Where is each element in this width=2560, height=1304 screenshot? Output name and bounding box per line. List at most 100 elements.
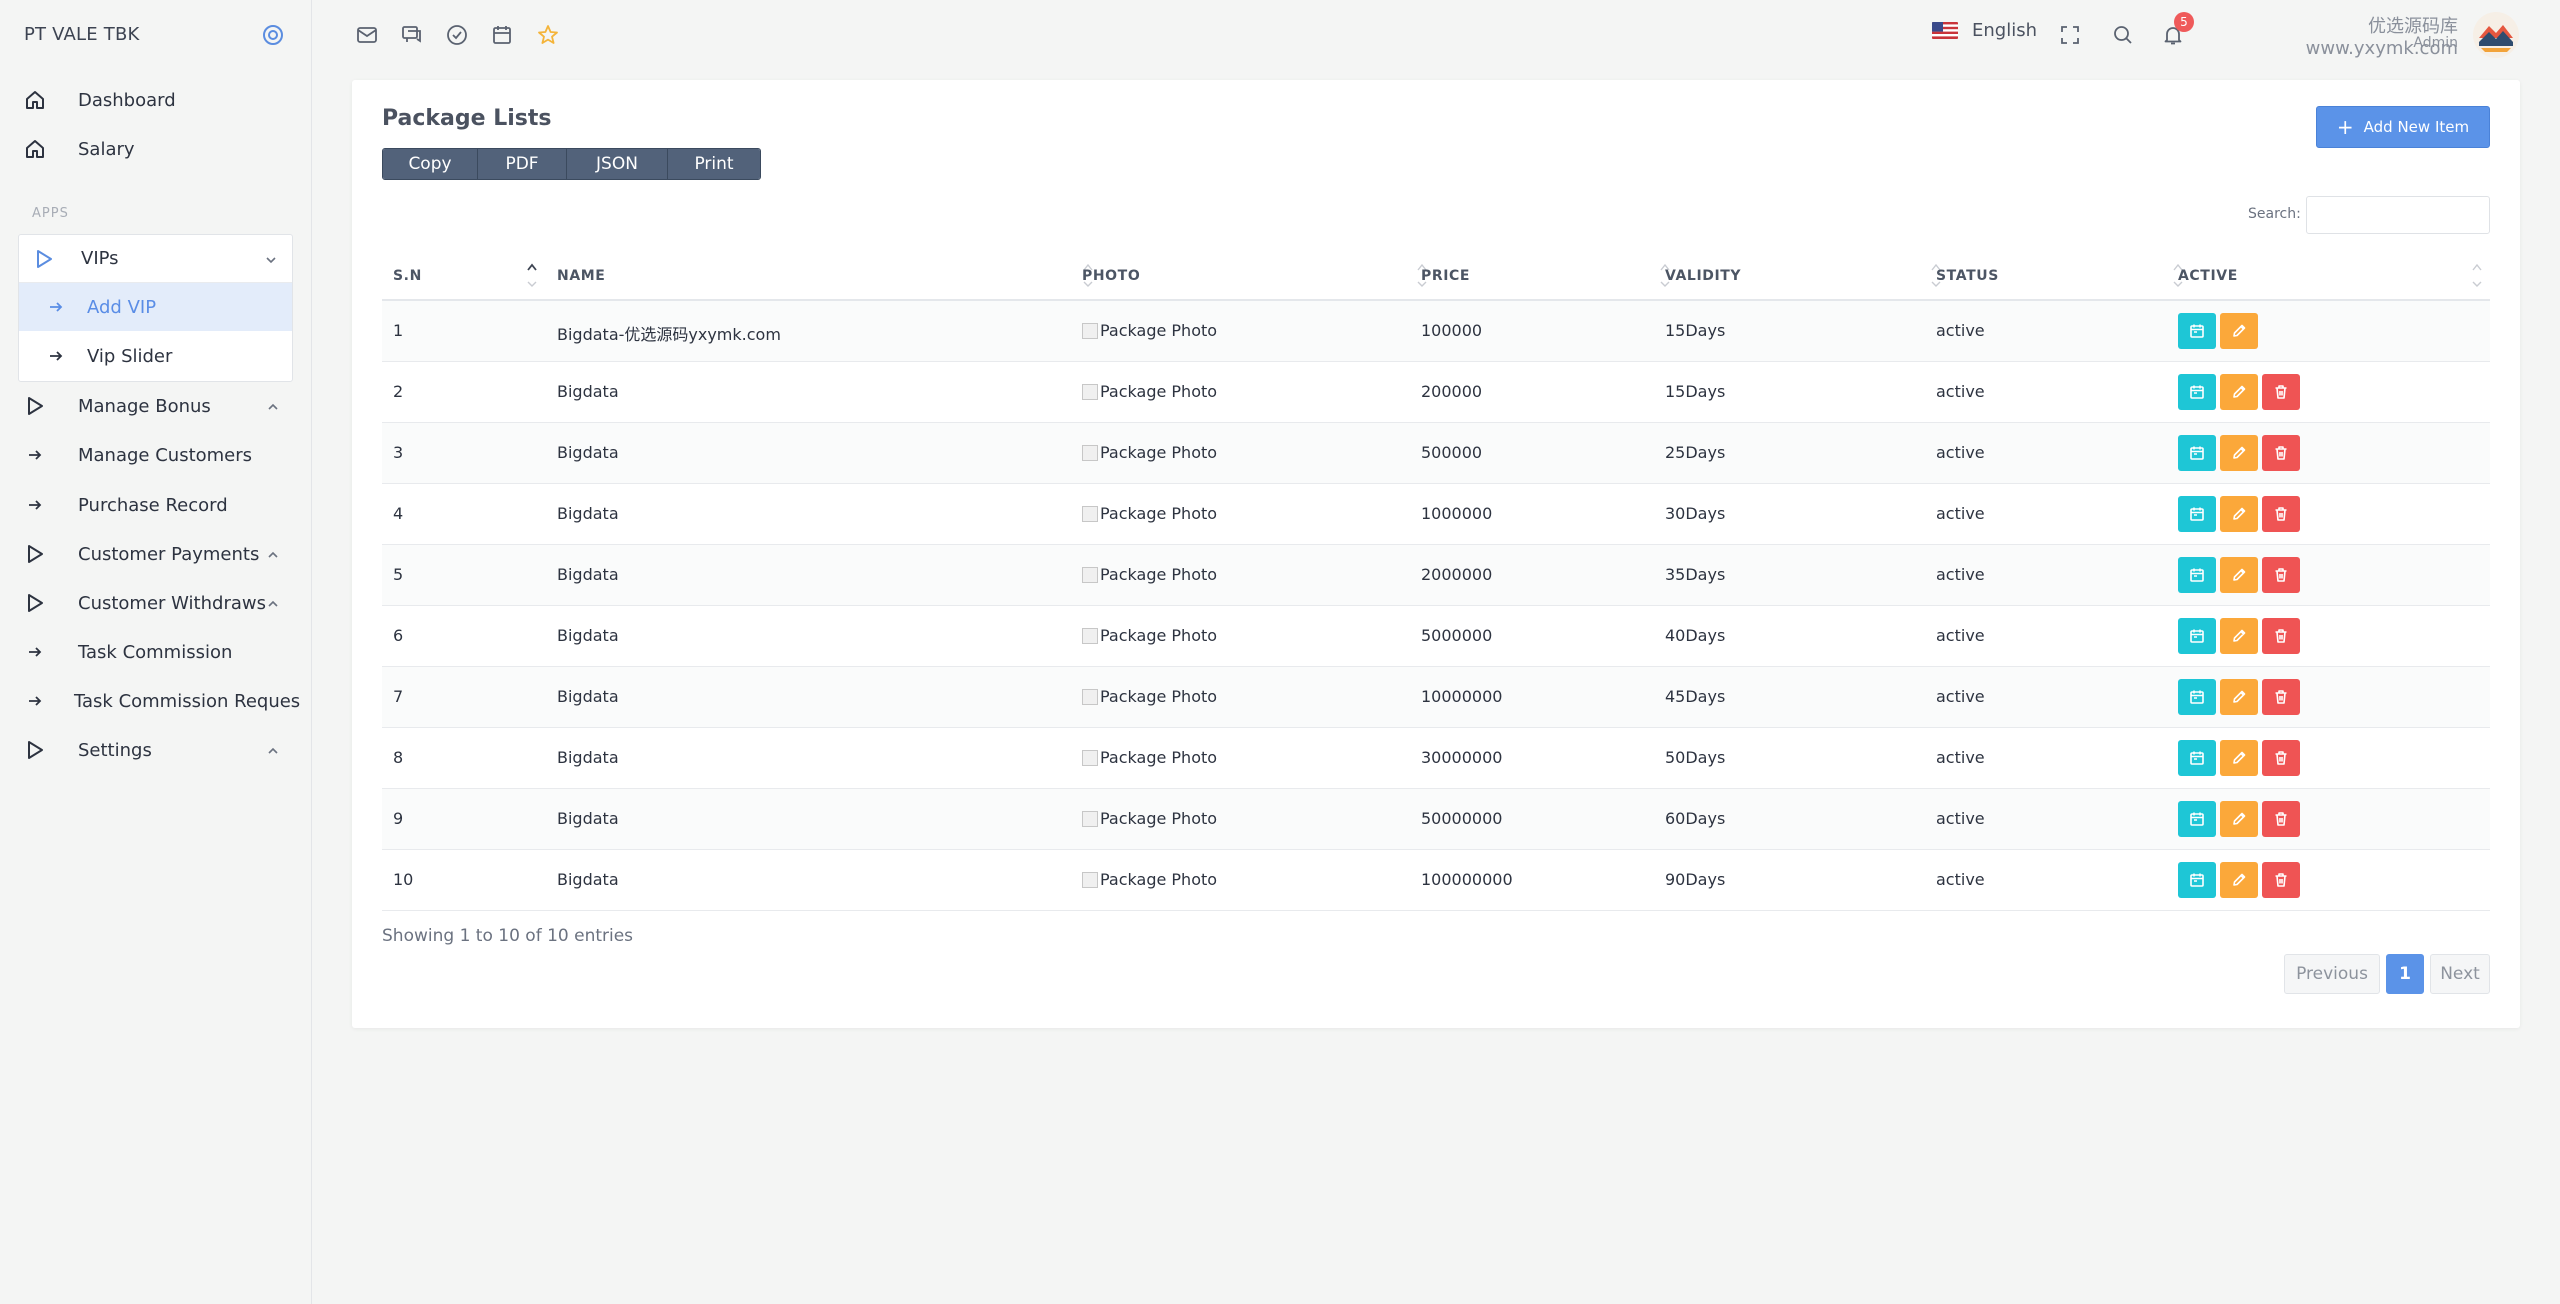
sidebar-toggle-icon[interactable] [262, 24, 284, 46]
edit-button[interactable] [2220, 557, 2258, 593]
column-header-active[interactable]: ACTIVE [2178, 268, 2238, 284]
photo-alt-text: Package Photo [1100, 626, 1218, 645]
column-header-photo[interactable]: PHOTO [1082, 268, 1140, 284]
view-button[interactable] [2178, 374, 2216, 410]
delete-button[interactable] [2262, 557, 2300, 593]
column-header-validity[interactable]: VALIDITY [1665, 268, 1741, 284]
sidebar-item-manage-customers[interactable]: Manage Customers [24, 433, 252, 477]
broken-image-icon [1082, 750, 1098, 766]
delete-button[interactable] [2262, 374, 2300, 410]
json-button[interactable]: JSON [567, 149, 668, 179]
print-button[interactable]: Print [668, 149, 760, 179]
sidebar-item-manage-bonus[interactable]: Manage Bonus [24, 384, 211, 428]
edit-button[interactable] [2220, 862, 2258, 898]
sidebar-item-vip-slider[interactable]: Vip Slider [19, 332, 292, 380]
cell-name: Bigdata [557, 748, 619, 767]
calendar-icon [2188, 505, 2206, 523]
sidebar-item-dashboard[interactable]: Dashboard [24, 78, 176, 122]
check-circle-icon[interactable] [444, 22, 470, 48]
cell-validity: 35Days [1665, 565, 1726, 584]
photo-alt-text: Package Photo [1100, 443, 1218, 462]
fullscreen-icon[interactable] [2057, 22, 2083, 48]
view-button[interactable] [2178, 679, 2216, 715]
view-button[interactable] [2178, 496, 2216, 532]
delete-button[interactable] [2262, 618, 2300, 654]
column-header-name[interactable]: NAME [557, 268, 605, 284]
edit-button[interactable] [2220, 801, 2258, 837]
sidebar-item-label: Settings [78, 739, 152, 761]
edit-button[interactable] [2220, 618, 2258, 654]
table-row: 10 Bigdata Package Photo 100000000 90Days act… [382, 850, 2490, 911]
cell-photo: Package Photo [1082, 443, 1217, 462]
cell-sn: 1 [393, 321, 404, 340]
column-header-price[interactable]: PRICE [1421, 268, 1470, 284]
page-1-button[interactable]: 1 [2386, 954, 2424, 994]
view-button[interactable] [2178, 862, 2216, 898]
delete-button[interactable] [2262, 862, 2300, 898]
star-icon[interactable] [535, 22, 561, 48]
sidebar-item-task-commission[interactable]: Task Commission [24, 630, 232, 674]
edit-button[interactable] [2220, 435, 2258, 471]
copy-button[interactable]: Copy [383, 149, 478, 179]
sidebar-item-customer-payments[interactable]: Customer Payments [24, 532, 259, 576]
photo-alt-text: Package Photo [1100, 504, 1218, 523]
cell-sn: 9 [393, 809, 404, 828]
delete-button[interactable] [2262, 496, 2300, 532]
photo-alt-text: Package Photo [1100, 687, 1218, 706]
language-selector[interactable]: English [1932, 20, 2037, 41]
trash-icon [2272, 505, 2290, 523]
edit-button[interactable] [2220, 374, 2258, 410]
photo-alt-text: Package Photo [1100, 748, 1218, 767]
delete-button[interactable] [2262, 435, 2300, 471]
broken-image-icon [1082, 445, 1098, 461]
sort-icon[interactable] [2472, 260, 2482, 290]
search-label: Search: [2248, 206, 2301, 222]
add-new-item-button[interactable]: + Add New Item [2316, 106, 2490, 148]
mail-icon[interactable] [354, 22, 380, 48]
previous-page-button[interactable]: Previous [2284, 954, 2380, 994]
edit-button[interactable] [2220, 313, 2258, 349]
next-page-button[interactable]: Next [2430, 954, 2490, 994]
search-input[interactable] [2306, 196, 2490, 234]
cell-price: 5000000 [1421, 626, 1493, 645]
column-header-sn[interactable]: S.N [393, 268, 422, 284]
chevron-up-icon [266, 743, 280, 757]
pdf-button[interactable]: PDF [478, 149, 567, 179]
view-button[interactable] [2178, 618, 2216, 654]
sidebar-item-label: Task Commission [78, 641, 233, 663]
sidebar-item-purchase-record[interactable]: Purchase Record [24, 483, 228, 527]
search-icon[interactable] [2110, 22, 2136, 48]
calendar-icon[interactable] [489, 22, 515, 48]
view-button[interactable] [2178, 557, 2216, 593]
cell-validity: 60Days [1665, 809, 1726, 828]
view-button[interactable] [2178, 313, 2216, 349]
broken-image-icon [1082, 506, 1098, 522]
sidebar-item-add-vip[interactable]: Add VIP [19, 283, 292, 331]
sidebar-item-vips[interactable]: VIPs [19, 235, 292, 283]
edit-button[interactable] [2220, 496, 2258, 532]
us-flag-icon [1932, 22, 1958, 39]
cell-validity: 40Days [1665, 626, 1726, 645]
delete-button[interactable] [2262, 740, 2300, 776]
delete-button[interactable] [2262, 679, 2300, 715]
sidebar-item-salary[interactable]: Salary [24, 127, 135, 171]
cell-price: 100000000 [1421, 870, 1513, 889]
sidebar-item-customer-withdraws[interactable]: Customer Withdraws [24, 581, 266, 625]
sort-asc-icon[interactable] [527, 260, 537, 290]
view-button[interactable] [2178, 435, 2216, 471]
avatar[interactable] [2473, 12, 2519, 58]
calendar-icon [2188, 871, 2206, 889]
table-row: 4 Bigdata Package Photo 1000000 30Days active [382, 484, 2490, 545]
column-header-status[interactable]: STATUS [1936, 268, 1999, 284]
delete-button[interactable] [2262, 801, 2300, 837]
edit-button[interactable] [2220, 740, 2258, 776]
view-button[interactable] [2178, 801, 2216, 837]
sidebar-item-settings[interactable]: Settings [24, 728, 152, 772]
chat-icon[interactable] [399, 22, 425, 48]
view-button[interactable] [2178, 740, 2216, 776]
edit-button[interactable] [2220, 679, 2258, 715]
trash-icon [2272, 444, 2290, 462]
broken-image-icon [1082, 811, 1098, 827]
sidebar-item-label: Manage Bonus [78, 395, 211, 417]
sidebar-item-task-commission-request[interactable]: Task Commission Reques [24, 679, 306, 723]
